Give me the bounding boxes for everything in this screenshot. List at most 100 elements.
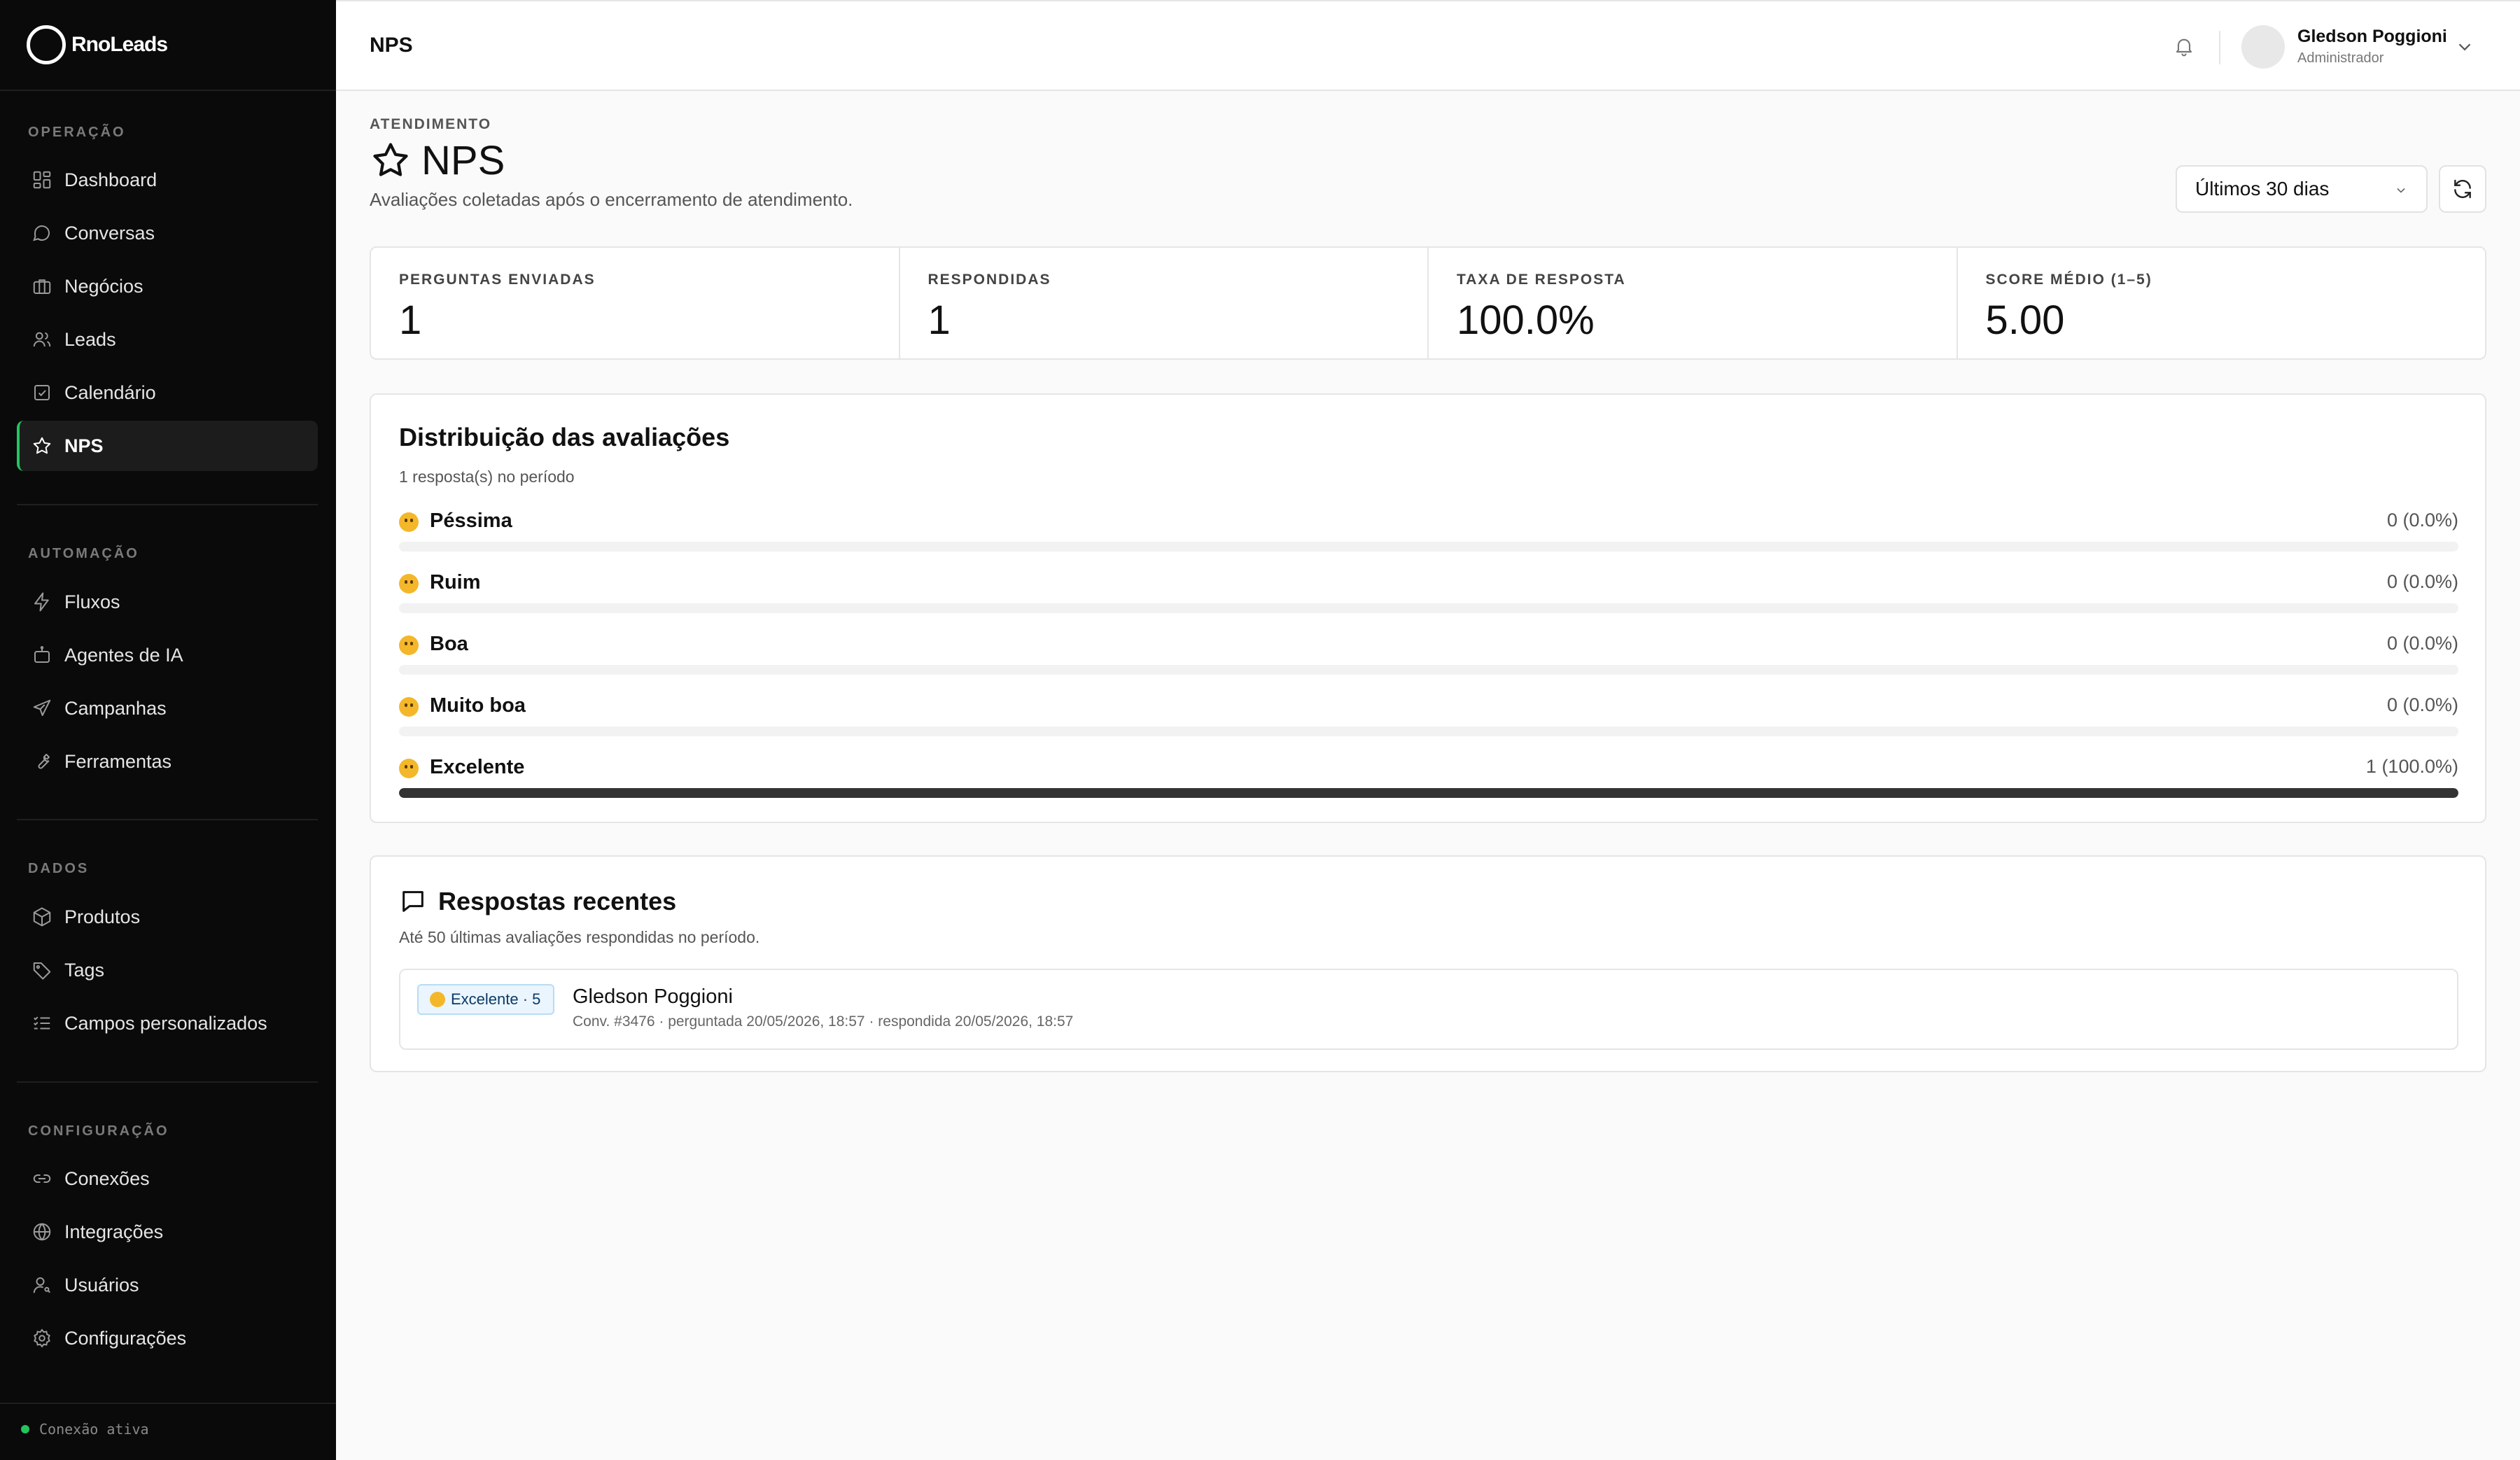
stat-label: PERGUNTAS ENVIADAS xyxy=(399,272,596,288)
recent-responses-subtitle: Até 50 últimas avaliações respondidas no… xyxy=(399,928,760,946)
distribution-label: Muito boa xyxy=(430,694,526,717)
topbar-title: NPS xyxy=(370,34,413,57)
sidebar-item-label: Calendário xyxy=(64,381,156,403)
stat-value: 5.00 xyxy=(1985,297,2065,343)
star-icon xyxy=(373,143,408,176)
distribution-card: Distribuição das avaliações 1 resposta(s… xyxy=(370,393,2486,823)
avatar[interactable] xyxy=(2241,25,2285,69)
sad-face-icon xyxy=(399,574,419,594)
sidebar-item-label: Tags xyxy=(64,959,105,981)
response-meta: Conv. #3476 · perguntada 20/05/2026, 18:… xyxy=(573,1013,1074,1030)
topbar: NPS Gledson Poggioni Administrador xyxy=(336,0,2520,91)
sidebar-item-ferramentas[interactable]: Ferramentas xyxy=(17,736,318,787)
sidebar-item-label: Campos personalizados xyxy=(64,1012,267,1034)
sidebar-divider xyxy=(17,1081,318,1083)
sidebar-item-conexoes[interactable]: Conexões xyxy=(17,1153,318,1204)
sidebar-item-label: Ferramentas xyxy=(64,750,172,772)
sidebar-divider xyxy=(0,1403,336,1404)
user-name[interactable]: Gledson Poggioni xyxy=(2297,27,2447,47)
sidebar-item-fluxos[interactable]: Fluxos xyxy=(17,577,318,627)
briefcase-icon xyxy=(17,261,67,311)
distribution-value: 0 (0.0%) xyxy=(2386,510,2458,531)
stat-value: 100.0% xyxy=(1457,297,1595,343)
sidebar-item-nps[interactable]: NPS xyxy=(17,421,318,471)
sidebar-item-label: Dashboard xyxy=(64,169,158,190)
distribution-title: Distribuição das avaliações xyxy=(399,423,730,451)
sidebar-item-integracoes[interactable]: Integrações xyxy=(17,1207,318,1257)
distribution-row-excelente: Excelente 1 (100.0%) xyxy=(399,756,2458,798)
users-icon xyxy=(17,314,67,365)
distribution-bar xyxy=(399,788,2458,798)
sidebar-item-label: Usuários xyxy=(64,1274,139,1296)
distribution-bar-fill xyxy=(399,788,2458,798)
sidebar-item-agentes-de-ia[interactable]: Agentes de IA xyxy=(17,630,318,680)
distribution-label: Boa xyxy=(430,633,468,655)
brand-logo[interactable]: RnoLeads xyxy=(27,24,168,65)
stat-label: SCORE MÉDIO (1–5) xyxy=(1985,272,2152,288)
notifications-button[interactable] xyxy=(2170,32,2198,60)
link-icon xyxy=(17,1153,67,1204)
chevron-down-icon xyxy=(2397,188,2405,193)
sidebar-divider xyxy=(17,819,318,820)
sidebar-item-label: Produtos xyxy=(64,906,141,927)
page-overline: ATENDIMENTO xyxy=(370,116,492,132)
status-dot-icon xyxy=(21,1425,29,1433)
chevron-down-icon[interactable] xyxy=(2454,36,2475,57)
star-struck-face-icon xyxy=(399,759,419,778)
recent-responses-title: Respostas recentes xyxy=(399,885,676,918)
sidebar-item-campanhas[interactable]: Campanhas xyxy=(17,683,318,733)
sidebar-item-leads[interactable]: Leads xyxy=(17,314,318,365)
distribution-row-pessima: Péssima 0 (0.0%) xyxy=(399,510,2458,552)
section-title-configuracao: CONFIGURAÇÃO xyxy=(28,1123,169,1139)
distribution-row-muito-boa: Muito boa 0 (0.0%) xyxy=(399,694,2458,736)
rating-badge-label: Excelente · 5 xyxy=(451,990,541,1008)
sidebar-item-produtos[interactable]: Produtos xyxy=(17,892,318,942)
sidebar-item-conversas[interactable]: Conversas xyxy=(17,208,318,258)
sidebar-item-calendario[interactable]: Calendário xyxy=(17,367,318,418)
sidebar-item-tags[interactable]: Tags xyxy=(17,945,318,995)
sidebar-item-dashboard[interactable]: Dashboard xyxy=(17,155,318,205)
sidebar-item-label: Fluxos xyxy=(64,591,120,612)
distribution-bar xyxy=(399,542,2458,552)
star-icon xyxy=(17,421,67,471)
message-square-icon xyxy=(402,891,424,912)
robot-icon xyxy=(17,630,67,680)
stat-respondidas: RESPONDIDAS 1 xyxy=(900,248,1429,358)
distribution-subtitle: 1 resposta(s) no período xyxy=(399,468,575,486)
sidebar-divider xyxy=(17,504,318,505)
sidebar-item-campos-personalizados[interactable]: Campos personalizados xyxy=(17,998,318,1048)
sidebar-item-usuarios[interactable]: Usuários xyxy=(17,1260,318,1310)
stat-perguntas-enviadas: PERGUNTAS ENVIADAS 1 xyxy=(371,248,900,358)
smiling-face-icon xyxy=(399,697,419,717)
topbar-divider xyxy=(2219,31,2220,64)
stat-value: 1 xyxy=(399,297,422,343)
section-title-operacao: OPERAÇÃO xyxy=(28,125,126,140)
sidebar-item-negocios[interactable]: Negócios xyxy=(17,261,318,311)
sidebar-item-label: Leads xyxy=(64,328,116,350)
distribution-value: 0 (0.0%) xyxy=(2386,694,2458,715)
distribution-value: 0 (0.0%) xyxy=(2386,633,2458,654)
sidebar-item-configuracoes[interactable]: Configurações xyxy=(17,1313,318,1363)
wrench-icon xyxy=(17,736,67,787)
sidebar: RnoLeads OPERAÇÃO Dashboard Conversas Ne… xyxy=(0,0,336,1460)
sidebar-item-label: Configurações xyxy=(64,1327,187,1349)
section-title-automacao: AUTOMAÇÃO xyxy=(28,546,139,561)
sidebar-item-label: NPS xyxy=(64,435,104,456)
recent-responses-card: Respostas recentes Até 50 últimas avalia… xyxy=(370,855,2486,1072)
list-item[interactable]: Excelente · 5 Gledson Poggioni Conv. #34… xyxy=(399,969,2458,1050)
sidebar-item-label: Conexões xyxy=(64,1167,150,1189)
chat-bubble-icon xyxy=(17,208,67,258)
distribution-value: 0 (0.0%) xyxy=(2386,571,2458,592)
respondent-name: Gledson Poggioni xyxy=(573,985,733,1008)
user-role: Administrador xyxy=(2297,50,2384,66)
stat-taxa-de-resposta: TAXA DE RESPOSTA 100.0% xyxy=(1429,248,1958,358)
distribution-row-ruim: Ruim 0 (0.0%) xyxy=(399,571,2458,613)
period-select[interactable]: Últimos 30 dias xyxy=(2176,165,2428,213)
stat-label: RESPONDIDAS xyxy=(927,272,1051,288)
refresh-button[interactable] xyxy=(2439,165,2486,213)
sidebar-item-label: Campanhas xyxy=(64,697,167,719)
tag-icon xyxy=(17,945,67,995)
period-select-value: Últimos 30 dias xyxy=(2195,178,2330,199)
distribution-bar xyxy=(399,727,2458,736)
angry-face-icon xyxy=(399,512,419,532)
